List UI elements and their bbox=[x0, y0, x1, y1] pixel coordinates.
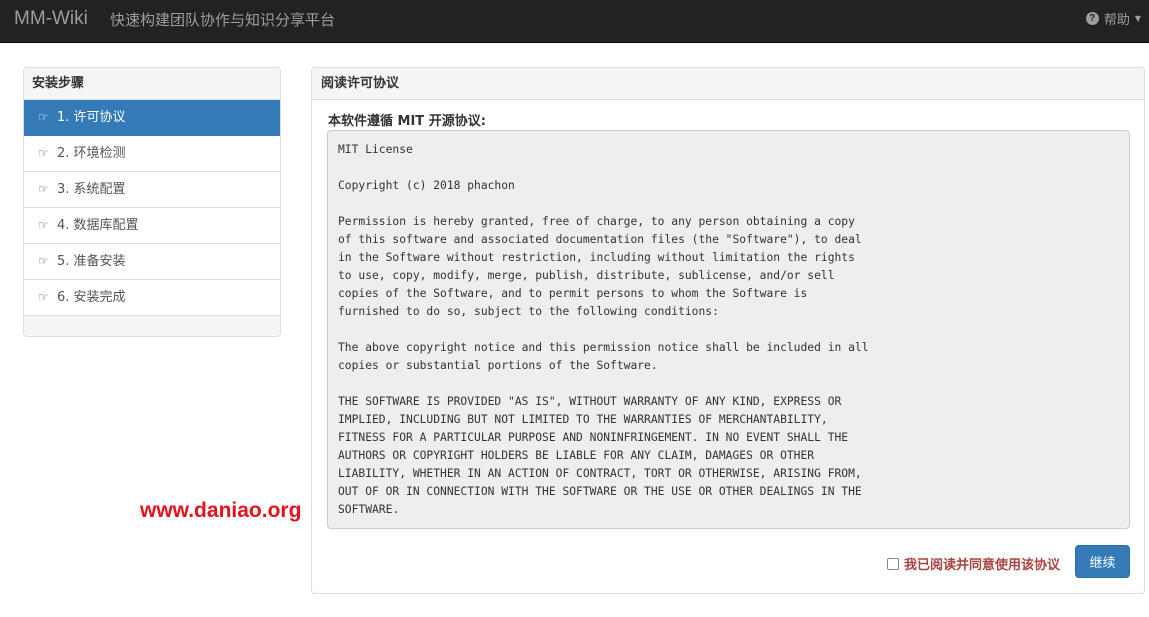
install-steps-panel: 安装步骤 ☞ 1. 许可协议 ☞ 2. 环境检测 ☞ 3. 系统配置 ☞ 4. 数据库配置 ☞ 5… bbox=[23, 67, 281, 337]
license-panel-heading: 阅读许可协议 bbox=[312, 68, 1144, 100]
step-item-2[interactable]: ☞ 2. 环境检测 bbox=[24, 136, 280, 172]
watermark: www.daniao.org bbox=[140, 499, 302, 522]
steps-heading: 安装步骤 bbox=[24, 68, 280, 100]
continue-button[interactable]: 继续 bbox=[1075, 545, 1130, 578]
hand-pointer-icon: ☞ bbox=[38, 290, 49, 304]
steps-list: ☞ 1. 许可协议 ☞ 2. 环境检测 ☞ 3. 系统配置 ☞ 4. 数据库配置 ☞ 5. 准备安… bbox=[24, 100, 280, 316]
step-item-6[interactable]: ☞ 6. 安装完成 bbox=[24, 280, 280, 316]
help-menu[interactable]: ? 帮助 ▼ bbox=[1085, 9, 1141, 28]
step-item-label: 6. 安装完成 bbox=[57, 290, 126, 305]
step-item-4[interactable]: ☞ 4. 数据库配置 bbox=[24, 208, 280, 244]
agree-label: 我已阅读并同意使用该协议 bbox=[904, 558, 1061, 573]
agree-checkbox-group[interactable]: 我已阅读并同意使用该协议 bbox=[887, 554, 1060, 573]
license-text-box[interactable]: MIT License Copyright (c) 2018 phachon P… bbox=[327, 130, 1130, 529]
step-item-label: 2. 环境检测 bbox=[57, 146, 126, 161]
step-item-label: 5. 准备安装 bbox=[57, 254, 126, 269]
hand-pointer-icon: ☞ bbox=[38, 254, 49, 268]
license-panel: 阅读许可协议 本软件遵循 MIT 开源协议: MIT License Copyr… bbox=[311, 67, 1145, 594]
step-item-3[interactable]: ☞ 3. 系统配置 bbox=[24, 172, 280, 208]
step-item-5[interactable]: ☞ 5. 准备安装 bbox=[24, 244, 280, 280]
step-item-1[interactable]: ☞ 1. 许可协议 bbox=[24, 100, 280, 136]
site-tagline: 快速构建团队协作与知识分享平台 bbox=[110, 11, 336, 29]
step-item-label: 4. 数据库配置 bbox=[57, 218, 139, 233]
question-circle-icon: ? bbox=[1085, 12, 1099, 25]
step-item-label: 1. 许可协议 bbox=[57, 110, 126, 125]
brand-logo[interactable]: MM-Wiki bbox=[14, 8, 88, 30]
chevron-down-icon: ▼ bbox=[1134, 14, 1141, 23]
top-navbar: MM-Wiki 快速构建团队协作与知识分享平台 ? 帮助 ▼ bbox=[0, 0, 1149, 43]
hand-pointer-icon: ☞ bbox=[38, 182, 49, 196]
help-label: 帮助 bbox=[1103, 13, 1130, 28]
agree-checkbox[interactable] bbox=[887, 557, 899, 570]
step-item-label: 3. 系统配置 bbox=[57, 182, 126, 197]
hand-pointer-icon: ☞ bbox=[38, 146, 49, 160]
hand-pointer-icon: ☞ bbox=[38, 218, 49, 232]
hand-pointer-icon: ☞ bbox=[38, 110, 49, 124]
license-label: 本软件遵循 MIT 开源协议: bbox=[328, 114, 486, 129]
